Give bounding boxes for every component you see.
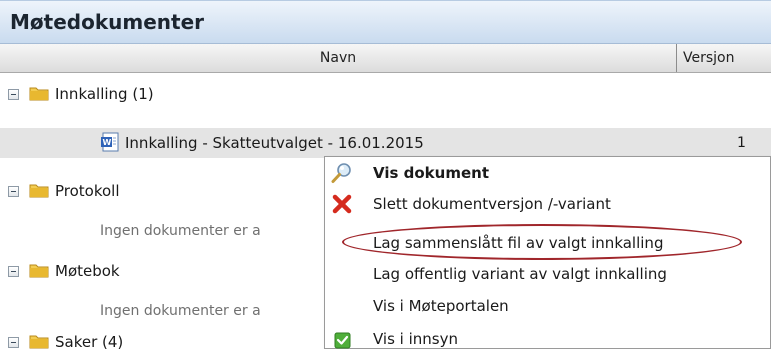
tree-node-label: Saker (4) (55, 333, 124, 349)
document-label: Innkalling - Skatteutvalget - 16.01.2015 (125, 134, 424, 152)
menu-item-lag-offentlig-variant[interactable]: Lag offentlig variant av valgt innkallin… (325, 262, 771, 286)
context-menu: Vis dokument Slett dokumentversjon /-var… (324, 156, 771, 349)
tree-node-innkalling[interactable]: Innkalling (1) (0, 79, 771, 109)
panel-title-bar: Møtedokumenter (0, 0, 771, 44)
folder-icon (29, 335, 49, 349)
tree-node-label: Innkalling (1) (55, 85, 154, 103)
column-header-versjon[interactable]: Versjon (683, 44, 734, 72)
collapse-icon[interactable] (8, 337, 19, 348)
collapse-icon[interactable] (8, 186, 19, 197)
red-x-icon (332, 194, 352, 214)
tree-node-label: Møtebok (55, 262, 120, 280)
empty-message: Ingen dokumenter er a (100, 223, 261, 239)
empty-message: Ingen dokumenter er a (100, 303, 261, 319)
menu-item-vis-i-innsyn[interactable]: Vis i innsyn (325, 327, 771, 349)
svg-text:W: W (103, 138, 112, 147)
menu-item-vis-i-moteportalen[interactable]: Vis i Møteportalen (325, 294, 771, 318)
tree-node-label: Protokoll (55, 182, 120, 200)
collapse-icon[interactable] (8, 89, 19, 100)
menu-item-label: Lag sammenslått fil av valgt innkalling (373, 234, 664, 252)
menu-item-label: Slett dokumentversjon /-variant (373, 195, 611, 213)
tree-node-innkalling-document[interactable]: W Innkalling - Skatteutvalget - 16.01.20… (0, 128, 771, 158)
folder-icon (29, 87, 49, 101)
menu-item-label: Lag offentlig variant av valgt innkallin… (373, 265, 667, 283)
menu-item-lag-sammenslatt-fil[interactable]: Lag sammenslått fil av valgt innkalling (325, 231, 771, 255)
menu-item-label: Vis dokument (373, 164, 489, 182)
folder-icon (29, 264, 49, 278)
panel-title: Møtedokumenter (10, 10, 204, 34)
menu-item-label: Vis i Møteportalen (373, 297, 509, 315)
menu-item-label: Vis i innsyn (373, 330, 458, 348)
menu-item-vis-dokument[interactable]: Vis dokument (325, 161, 771, 185)
magnifier-icon (331, 163, 351, 183)
collapse-icon[interactable] (8, 266, 19, 277)
document-version: 1 (737, 135, 746, 151)
green-check-icon (334, 332, 351, 349)
folder-icon (29, 184, 49, 198)
menu-item-slett-dokumentversjon[interactable]: Slett dokumentversjon /-variant (325, 192, 771, 216)
column-header-row: Navn Versjon (0, 44, 771, 73)
word-document-icon: W (101, 132, 119, 152)
column-header-navn[interactable]: Navn (0, 44, 677, 72)
